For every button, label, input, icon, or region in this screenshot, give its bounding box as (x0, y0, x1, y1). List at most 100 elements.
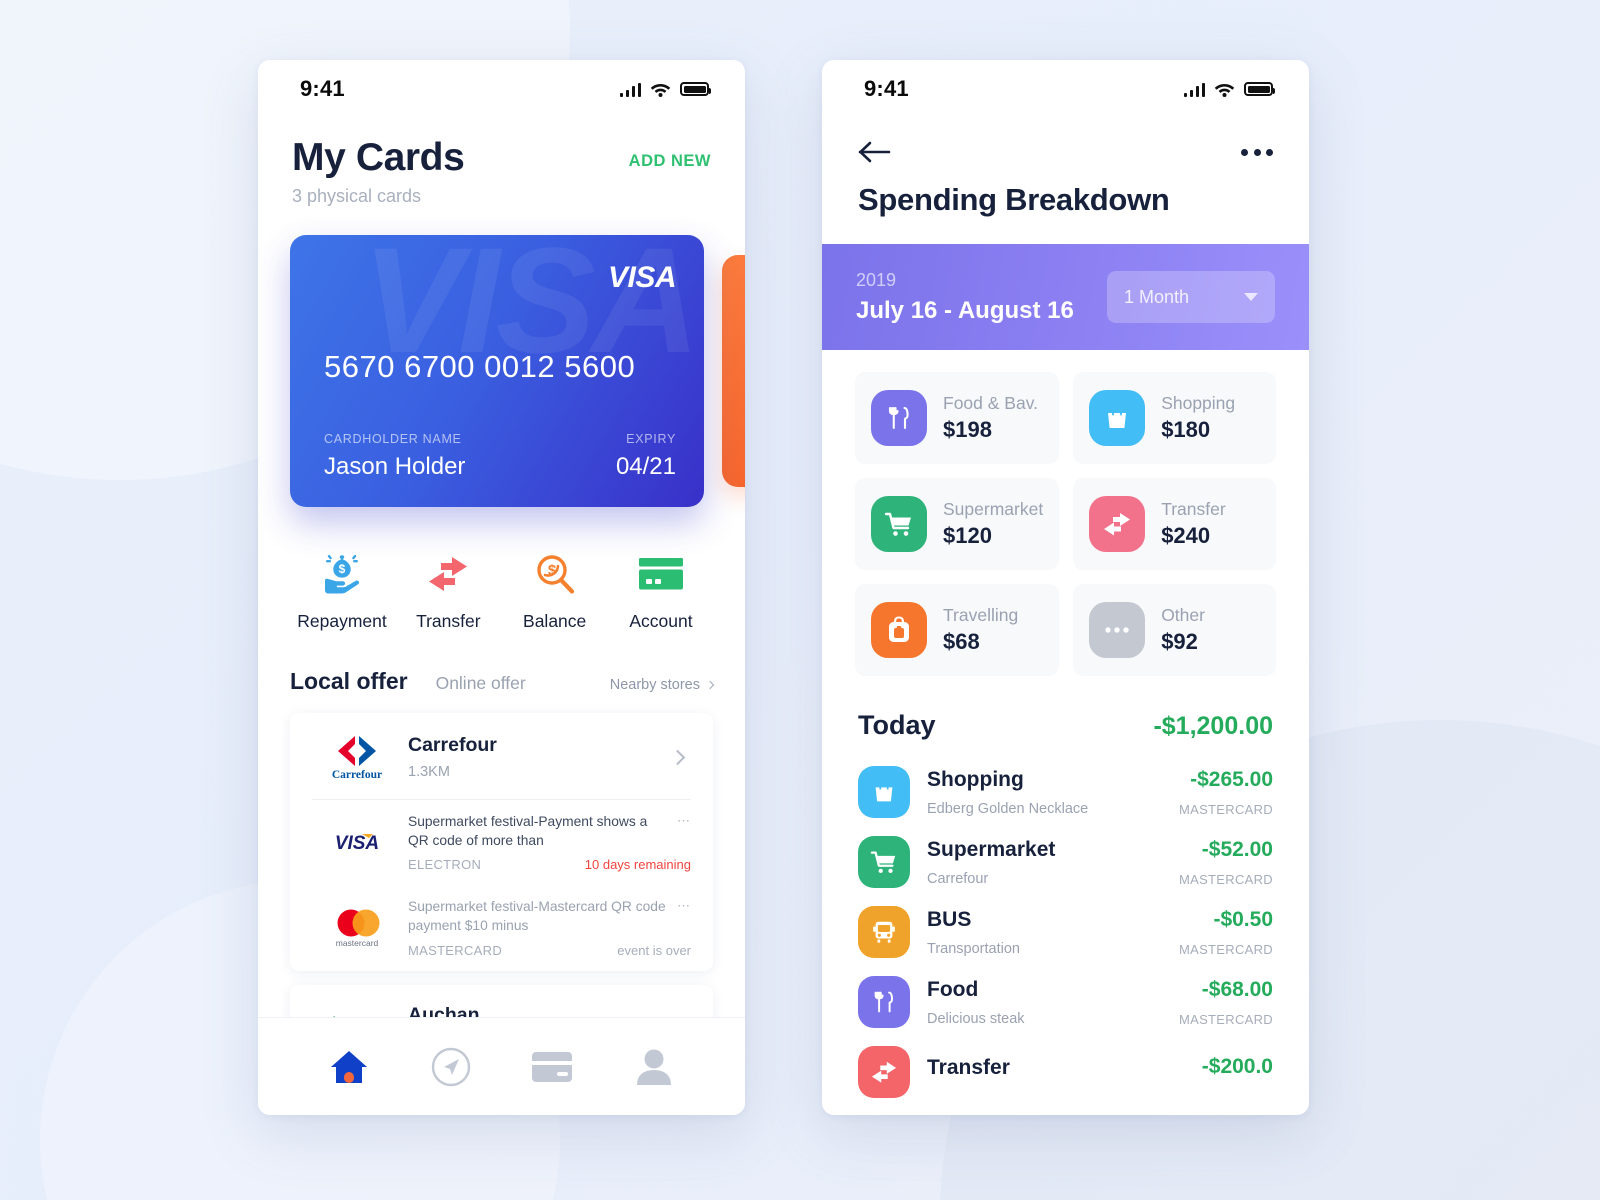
cardholder-name: Jason Holder (324, 453, 466, 480)
shopping-bag-icon (858, 766, 910, 818)
expiry-value: 04/21 (615, 453, 676, 480)
quick-actions-row: $ Repayment Transfer $ Balance Account (258, 507, 745, 632)
action-label: Transfer (416, 611, 481, 631)
transfer-arrows-icon (1089, 496, 1146, 552)
category-amount: $180 (1161, 417, 1211, 442)
offer-card-carrefour: Carrefour Carrefour 1.3KM VISA Supermark… (290, 713, 713, 971)
chevron-right-icon (705, 680, 715, 690)
status-time: 9:41 (300, 76, 345, 101)
profile-person-icon (637, 1049, 672, 1085)
nav-discover[interactable] (416, 1038, 486, 1096)
category-card-travelling[interactable]: Travelling $68 (855, 584, 1060, 676)
chevron-down-icon (1244, 293, 1258, 301)
card-primary-visa[interactable]: VISA VISA 5670 6700 0012 5600 CARDHOLDER… (290, 235, 704, 507)
promo-row-visa[interactable]: VISA Supermarket festival-Payment shows … (290, 800, 713, 885)
promo-brand: MASTERCARD (408, 942, 503, 958)
nav-cards[interactable] (517, 1038, 587, 1096)
status-bar-left: 9:41 (258, 60, 745, 118)
card-secondary-orange[interactable] (722, 255, 745, 487)
category-amount: $120 (943, 523, 992, 548)
category-amount: $240 (1161, 523, 1211, 548)
transfer-arrows-icon (858, 1046, 910, 1098)
cutlery-icon (871, 390, 927, 446)
store-name: Carrefour (408, 734, 497, 756)
promo-ellipsis: ⋯ (677, 898, 691, 914)
status-icons (1183, 82, 1275, 97)
page-title: My Cards (292, 136, 465, 179)
transaction-desc: Transportation (927, 940, 1020, 957)
category-name: Shopping (1161, 393, 1236, 413)
magnifier-dollar-icon: $ (503, 551, 607, 597)
category-card-shopping[interactable]: Shopping $180 (1073, 372, 1276, 464)
nav-profile[interactable] (619, 1038, 689, 1096)
category-name: Other (1161, 605, 1205, 625)
period-select[interactable]: 1 Month (1107, 271, 1275, 323)
table-row[interactable]: BUS Transportation -$0.50 MASTERCARD (858, 897, 1273, 967)
action-balance[interactable]: $ Balance (503, 551, 607, 632)
promo-row-mastercard[interactable]: mastercard Supermarket festival-Masterca… (290, 885, 713, 970)
transactions-group-total: -$1,200.00 (1153, 712, 1273, 740)
svg-text:$: $ (339, 562, 346, 576)
table-row[interactable]: Shopping Edberg Golden Necklace -$265.00… (858, 757, 1273, 827)
action-account[interactable]: Account (609, 551, 713, 632)
offer-tabs: Local offer Online offer Nearby stores (258, 632, 745, 695)
action-transfer[interactable]: Transfer (396, 551, 500, 632)
promo-title: Supermarket festival-Mastercard QR code … (408, 899, 666, 933)
nearby-stores-label: Nearby stores (609, 677, 700, 693)
chevron-right-icon (669, 749, 686, 765)
add-new-card-button[interactable]: ADD NEW (629, 152, 711, 171)
action-repayment[interactable]: $ Repayment (290, 551, 394, 632)
back-arrow-icon[interactable] (858, 140, 892, 164)
store-row[interactable]: Carrefour Carrefour 1.3KM (290, 713, 713, 799)
table-row[interactable]: Food Delicious steak -$68.00 MASTERCARD (858, 967, 1273, 1037)
range-dates: July 16 - August 16 (856, 296, 1074, 324)
action-label: Repayment (297, 611, 387, 631)
shopping-cart-icon (871, 496, 927, 552)
category-name: Supermarket (943, 499, 1044, 519)
category-grid: Food & Bav. $198 Shopping $180 Supermark… (822, 350, 1309, 676)
mastercard-logo: mastercard (312, 907, 402, 949)
status-bar-right: 9:41 (822, 60, 1309, 118)
category-card-food[interactable]: Food & Bav. $198 (855, 372, 1060, 464)
transaction-amount: -$265.00 (1190, 767, 1273, 791)
status-time: 9:41 (864, 76, 909, 101)
battery-icon (680, 82, 711, 96)
cards-icon (532, 1051, 573, 1082)
transaction-name: BUS (927, 907, 972, 931)
shopping-bag-icon (1089, 390, 1146, 446)
table-row[interactable]: Transfer -$200.0 (858, 1037, 1273, 1107)
transaction-name: Supermarket (927, 837, 1056, 861)
carrefour-logo: Carrefour (312, 732, 402, 782)
nearby-stores-link[interactable]: Nearby stores (609, 677, 715, 693)
card-footer: CARDHOLDER NAME Jason Holder EXPIRY 04/2… (324, 432, 676, 481)
promo-status: 10 days remaining (584, 857, 691, 873)
transaction-name: Shopping (927, 767, 1024, 791)
transactions-list: Shopping Edberg Golden Necklace -$265.00… (822, 741, 1309, 1107)
category-name: Travelling (943, 605, 1019, 625)
cards-count-label: 3 physical cards (292, 186, 422, 206)
action-label: Account (629, 611, 693, 631)
tab-online-offer[interactable]: Online offer (436, 673, 526, 694)
transaction-amount: -$52.00 (1201, 837, 1273, 861)
status-icons (619, 82, 711, 97)
card-carousel[interactable]: VISA VISA 5670 6700 0012 5600 CARDHOLDER… (258, 235, 745, 507)
more-dots-icon[interactable] (1241, 141, 1273, 164)
action-label: Balance (523, 611, 587, 631)
category-card-other[interactable]: Other $92 (1073, 584, 1276, 676)
ellipsis-icon (1089, 602, 1146, 658)
my-cards-header: My Cards ADD NEW (258, 118, 745, 180)
tab-local-offer[interactable]: Local offer (290, 668, 408, 695)
table-row[interactable]: Supermarket Carrefour -$52.00 MASTERCARD (858, 827, 1273, 897)
category-amount: $198 (943, 417, 992, 442)
transaction-card: MASTERCARD (1178, 1011, 1273, 1027)
category-name: Food & Bav. (943, 393, 1039, 413)
credit-card-icon (609, 551, 713, 597)
range-year: 2019 (856, 269, 897, 290)
category-card-transfer[interactable]: Transfer $240 (1073, 478, 1276, 570)
battery-icon (1244, 82, 1275, 96)
visa-logo: VISA (312, 830, 402, 856)
transaction-card: MASTERCARD (1178, 941, 1273, 957)
category-card-supermarket[interactable]: Supermarket $120 (855, 478, 1060, 570)
transaction-card: MASTERCARD (1178, 871, 1273, 887)
nav-home[interactable] (314, 1038, 384, 1096)
